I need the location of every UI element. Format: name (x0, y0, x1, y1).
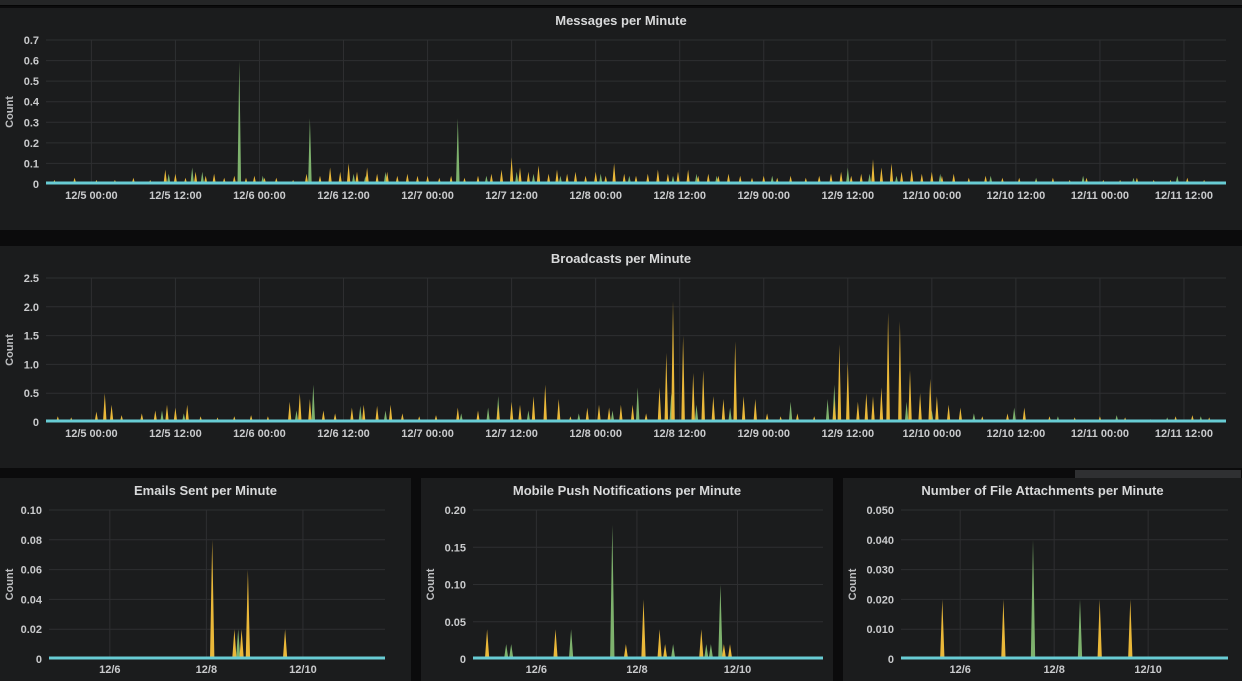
svg-text:0.02: 0.02 (21, 624, 42, 636)
broadcasts-chart[interactable]: 0 0.5 1.0 1.5 2.0 2.5 12/5 00:00 12/5 12:00 12/6… (0, 246, 1242, 468)
svg-text:0.4: 0.4 (24, 97, 40, 109)
svg-text:12/7 12:00: 12/7 12:00 (485, 190, 538, 202)
svg-text:0: 0 (33, 417, 39, 429)
svg-text:12/6 00:00: 12/6 00:00 (233, 190, 286, 202)
svg-text:0.08: 0.08 (21, 535, 42, 547)
mobile-push-chart[interactable]: 0 0.05 0.10 0.15 0.20 12/6 12/8 12/10 Count (421, 478, 833, 681)
yellow-series (485, 599, 732, 659)
svg-text:1.0: 1.0 (24, 359, 39, 371)
svg-text:0.7: 0.7 (24, 35, 39, 47)
svg-text:12/11 12:00: 12/11 12:00 (1155, 428, 1213, 440)
svg-text:0.20: 0.20 (445, 505, 466, 517)
svg-text:0.050: 0.050 (866, 505, 894, 517)
svg-text:12/8: 12/8 (1043, 664, 1064, 676)
svg-text:12/7 00:00: 12/7 00:00 (401, 190, 454, 202)
svg-text:0.2: 0.2 (24, 138, 39, 150)
svg-text:0.3: 0.3 (24, 117, 39, 129)
svg-text:0.05: 0.05 (445, 617, 466, 629)
svg-text:0.04: 0.04 (21, 594, 43, 606)
svg-text:0.06: 0.06 (21, 565, 42, 577)
svg-text:12/7 12:00: 12/7 12:00 (485, 428, 538, 440)
svg-text:1.5: 1.5 (24, 331, 39, 343)
svg-text:12/8 12:00: 12/8 12:00 (653, 190, 706, 202)
svg-text:0: 0 (33, 179, 39, 191)
svg-text:12/10: 12/10 (1134, 664, 1162, 676)
y-axis-label: Count (4, 96, 16, 128)
svg-text:0.030: 0.030 (866, 565, 894, 577)
y-axis-label: Count (425, 568, 437, 600)
emails-chart[interactable]: 0 0.02 0.04 0.06 0.08 0.10 12/6 12/8 12/10 Count (0, 478, 411, 681)
panel-broadcasts-per-minute: Broadcasts per Minute 00.51.01.52.02.512… (0, 246, 1242, 468)
svg-text:12/6 12:00: 12/6 12:00 (317, 428, 370, 440)
svg-text:0: 0 (888, 654, 894, 666)
y-axis-label: Count (4, 568, 16, 600)
svg-text:12/6: 12/6 (99, 664, 120, 676)
svg-text:0.020: 0.020 (866, 594, 894, 606)
svg-text:12/10: 12/10 (724, 664, 752, 676)
svg-text:12/8: 12/8 (196, 664, 217, 676)
svg-text:0: 0 (460, 654, 466, 666)
svg-text:12/10 00:00: 12/10 00:00 (902, 428, 961, 440)
svg-text:2.5: 2.5 (24, 273, 39, 285)
panel-messages-per-minute: Messages per Minute 00.10.20.30.40.50.60… (0, 8, 1242, 230)
svg-text:0.010: 0.010 (866, 624, 894, 636)
svg-text:12/9 12:00: 12/9 12:00 (821, 190, 874, 202)
svg-text:12/9 12:00: 12/9 12:00 (821, 428, 874, 440)
panel-file-attachments-per-minute: Number of File Attachments per Minute 00… (843, 478, 1242, 681)
svg-text:12/8: 12/8 (626, 664, 647, 676)
yellow-series (56, 301, 1211, 422)
y-axis-label: Count (847, 568, 859, 600)
svg-text:12/10 00:00: 12/10 00:00 (902, 190, 961, 202)
svg-text:12/8 12:00: 12/8 12:00 (653, 428, 706, 440)
svg-text:12/10: 12/10 (289, 664, 317, 676)
svg-text:2.0: 2.0 (24, 302, 39, 314)
svg-text:12/5 00:00: 12/5 00:00 (65, 428, 118, 440)
svg-text:12/11 00:00: 12/11 00:00 (1071, 428, 1129, 440)
svg-text:0: 0 (36, 654, 42, 666)
svg-text:0.10: 0.10 (21, 505, 42, 517)
svg-text:0.15: 0.15 (445, 542, 466, 554)
svg-text:12/6: 12/6 (949, 664, 970, 676)
svg-text:12/5 12:00: 12/5 12:00 (149, 428, 202, 440)
panel-emails-sent-per-minute: Emails Sent per Minute 00.020.040.060.08… (0, 478, 411, 681)
svg-text:0.5: 0.5 (24, 388, 39, 400)
svg-text:0.6: 0.6 (24, 56, 39, 68)
y-axis-label: Count (4, 334, 16, 366)
top-toolbar-edge (0, 0, 1242, 6)
svg-text:12/10 12:00: 12/10 12:00 (987, 428, 1046, 440)
svg-text:12/11 00:00: 12/11 00:00 (1071, 190, 1129, 202)
svg-text:12/8 00:00: 12/8 00:00 (569, 428, 622, 440)
svg-text:12/9 00:00: 12/9 00:00 (737, 190, 790, 202)
svg-text:12/6 00:00: 12/6 00:00 (233, 428, 286, 440)
svg-text:12/7 00:00: 12/7 00:00 (401, 428, 454, 440)
svg-text:12/6 12:00: 12/6 12:00 (317, 190, 370, 202)
svg-text:12/9 00:00: 12/9 00:00 (737, 428, 790, 440)
file-attachments-chart[interactable]: 0 0.010 0.020 0.030 0.040 0.050 12/6 12/8 12/10 C… (843, 478, 1242, 681)
svg-text:0.10: 0.10 (445, 580, 466, 592)
svg-text:0.1: 0.1 (24, 158, 39, 170)
panel-mobile-push-per-minute: Mobile Push Notifications per Minute 00.… (421, 478, 833, 681)
svg-text:12/8 00:00: 12/8 00:00 (569, 190, 622, 202)
svg-text:0.5: 0.5 (24, 76, 39, 88)
svg-text:12/10 12:00: 12/10 12:00 (987, 190, 1046, 202)
messages-chart[interactable]: 0 0.1 0.2 0.3 0.4 0.5 0.6 0.7 12/5 00:00 12/5 12:… (0, 8, 1242, 230)
svg-text:12/5 00:00: 12/5 00:00 (65, 190, 118, 202)
svg-text:0.040: 0.040 (866, 535, 894, 547)
svg-text:12/6: 12/6 (526, 664, 547, 676)
svg-text:12/5 12:00: 12/5 12:00 (149, 190, 202, 202)
svg-text:12/11 12:00: 12/11 12:00 (1155, 190, 1213, 202)
